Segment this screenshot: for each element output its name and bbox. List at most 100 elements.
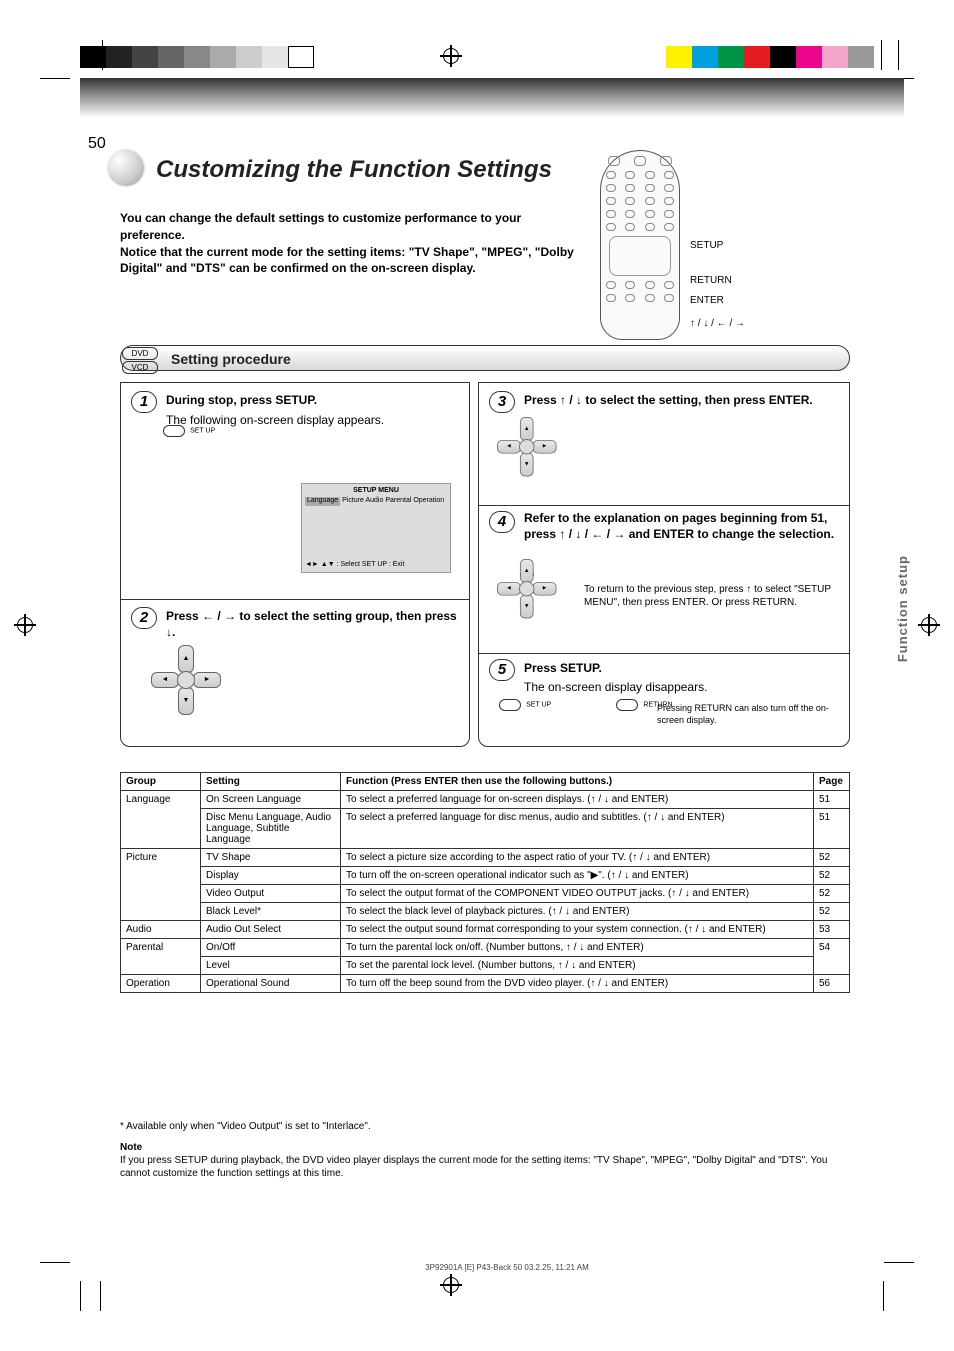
header-gradient	[80, 78, 904, 118]
intro-line1: You can change the default settings to c…	[120, 211, 521, 242]
cell-setting: Audio Out Select	[201, 921, 341, 939]
setup-button-shape	[163, 425, 185, 437]
grayscale-strip	[80, 46, 314, 68]
remote-label-return: RETURN	[690, 275, 732, 287]
intro-line2: Notice that the current mode for the set…	[120, 245, 574, 276]
cell-setting: On/Off	[201, 939, 341, 957]
color-strip	[666, 46, 874, 68]
cell-setting: Operational Sound	[201, 975, 341, 993]
step-3-number: 3	[489, 391, 515, 413]
cell-func: To select a preferred language for disc …	[341, 809, 814, 849]
cell-setting: Disc Menu Language, Audio Language, Subt…	[201, 809, 341, 849]
intro-text: You can change the default settings to c…	[120, 210, 580, 277]
crop-mark	[100, 1281, 101, 1311]
registration-mark	[918, 614, 940, 636]
footnotes: * Available only when "Video Output" is …	[120, 1120, 850, 1180]
cell-func: To select the black level of playback pi…	[341, 903, 814, 921]
remote-label-arrows: ↑ / ↓ / ← / →	[690, 318, 745, 330]
cell-page: 54	[814, 939, 850, 975]
cell-page: 52	[814, 885, 850, 903]
step-4-text2: change the selection.	[712, 527, 834, 541]
cell-setting: TV Shape	[201, 849, 341, 867]
step-1-title: During stop, press SETUP.	[166, 393, 317, 407]
disc-badges: DVD VCD	[122, 346, 158, 375]
setup-button-label: SET UP	[190, 428, 215, 435]
step-5-number: 5	[489, 659, 515, 681]
cell-setting: Display	[201, 867, 341, 885]
cell-group: Parental	[121, 939, 201, 975]
cell-page: 53	[814, 921, 850, 939]
screen-item-0: Language	[305, 497, 340, 505]
step-2-number: 2	[131, 607, 157, 629]
cell-page: 51	[814, 809, 850, 849]
cell-group: Audio	[121, 921, 201, 939]
footer-meta: 3P92901A [E] P43-Back 50 03.2.25, 11:21 …	[110, 1263, 904, 1272]
footnote-1: * Available only when "Video Output" is …	[120, 1120, 850, 1133]
remote-label-setup: SETUP	[690, 240, 723, 252]
step-4-text3: To return to the previous step, press ↑ …	[584, 583, 844, 609]
page-title: Customizing the Function Settings	[156, 156, 552, 184]
cell-group: Operation	[121, 975, 201, 993]
footnote-2-label: Note	[120, 1142, 142, 1153]
onscreen-setup-menu: SETUP MENU Language Picture Audio Parent…	[301, 483, 451, 573]
footnote-2: If you press SETUP during playback, the …	[120, 1154, 850, 1180]
return-button-shape	[616, 699, 638, 711]
setup-button-shape	[499, 699, 521, 711]
dvd-badge: DVD	[122, 347, 158, 360]
cell-func: To select the output format of the COMPO…	[341, 885, 814, 903]
step-1-number: 1	[131, 391, 157, 413]
section-bar: Setting procedure	[120, 345, 850, 371]
cell-page: 51	[814, 791, 850, 809]
registration-mark	[14, 614, 36, 636]
crop-mark	[40, 78, 70, 79]
cell-func: To turn the parental lock on/off. (Numbe…	[341, 939, 814, 957]
screen-header: SETUP MENU	[305, 487, 447, 495]
cell-group: Picture	[121, 849, 201, 921]
cell-page: 52	[814, 849, 850, 867]
step-2-text: Press ← / → to select the setting group,…	[166, 609, 457, 639]
side-category: Function setup	[895, 555, 910, 662]
crop-mark	[40, 1262, 70, 1263]
screen-item-4: Operation	[413, 497, 444, 504]
cell-page: 52	[814, 903, 850, 921]
cell-setting: Video Output	[201, 885, 341, 903]
crop-mark	[881, 40, 882, 70]
registration-mark	[440, 45, 462, 67]
th-function: Function (Press ENTER then use the follo…	[341, 773, 814, 791]
settings-table: Group Setting Function (Press ENTER then…	[120, 772, 850, 993]
screen-item-3: Parental	[385, 497, 411, 504]
th-setting: Setting	[201, 773, 341, 791]
cell-page: 56	[814, 975, 850, 993]
decorative-sphere	[108, 150, 144, 186]
step-5-sub: The on-screen display disappears.	[524, 680, 839, 696]
screen-hint: ◄► ▲▼ : Select SET UP : Exit	[305, 561, 447, 569]
cell-setting: On Screen Language	[201, 791, 341, 809]
vcd-badge: VCD	[122, 361, 158, 374]
screen-item-2: Audio	[365, 497, 383, 504]
crop-mark	[883, 1281, 884, 1311]
cell-group: Language	[121, 791, 201, 849]
th-page: Page	[814, 773, 850, 791]
cell-func: To turn off the beep sound from the DVD …	[341, 975, 814, 993]
registration-mark	[440, 1274, 462, 1296]
dpad-icon: ▲ ◄ ► ▼	[497, 417, 557, 477]
cell-func: To select a preferred language for on-sc…	[341, 791, 814, 809]
cell-func: To select a picture size according to th…	[341, 849, 814, 867]
step-5-note: Pressing RETURN can also turn off the on…	[657, 703, 847, 726]
crop-mark	[898, 40, 899, 70]
step-4-number: 4	[489, 511, 515, 533]
cell-setting: Level	[201, 957, 341, 975]
setup-button-label: SET UP	[526, 702, 551, 709]
dpad-icon: ENTER ▲ ◄ ► ▼	[497, 559, 557, 619]
cell-page: 52	[814, 867, 850, 885]
step-5-text: Press SETUP.	[524, 661, 602, 675]
page-number: 50	[88, 135, 106, 153]
cell-setting: Black Level*	[201, 903, 341, 921]
step-3-text: Press ↑ / ↓ to select the setting, then …	[524, 393, 813, 407]
th-group: Group	[121, 773, 201, 791]
screen-item-1: Picture	[342, 497, 364, 504]
crop-mark	[80, 1281, 81, 1311]
steps-left-box: 1 During stop, press SETUP. The followin…	[120, 382, 470, 747]
dpad-icon: ▲ ◄ ► ▼	[151, 645, 221, 715]
cell-func: To turn off the on-screen operational in…	[341, 867, 814, 885]
